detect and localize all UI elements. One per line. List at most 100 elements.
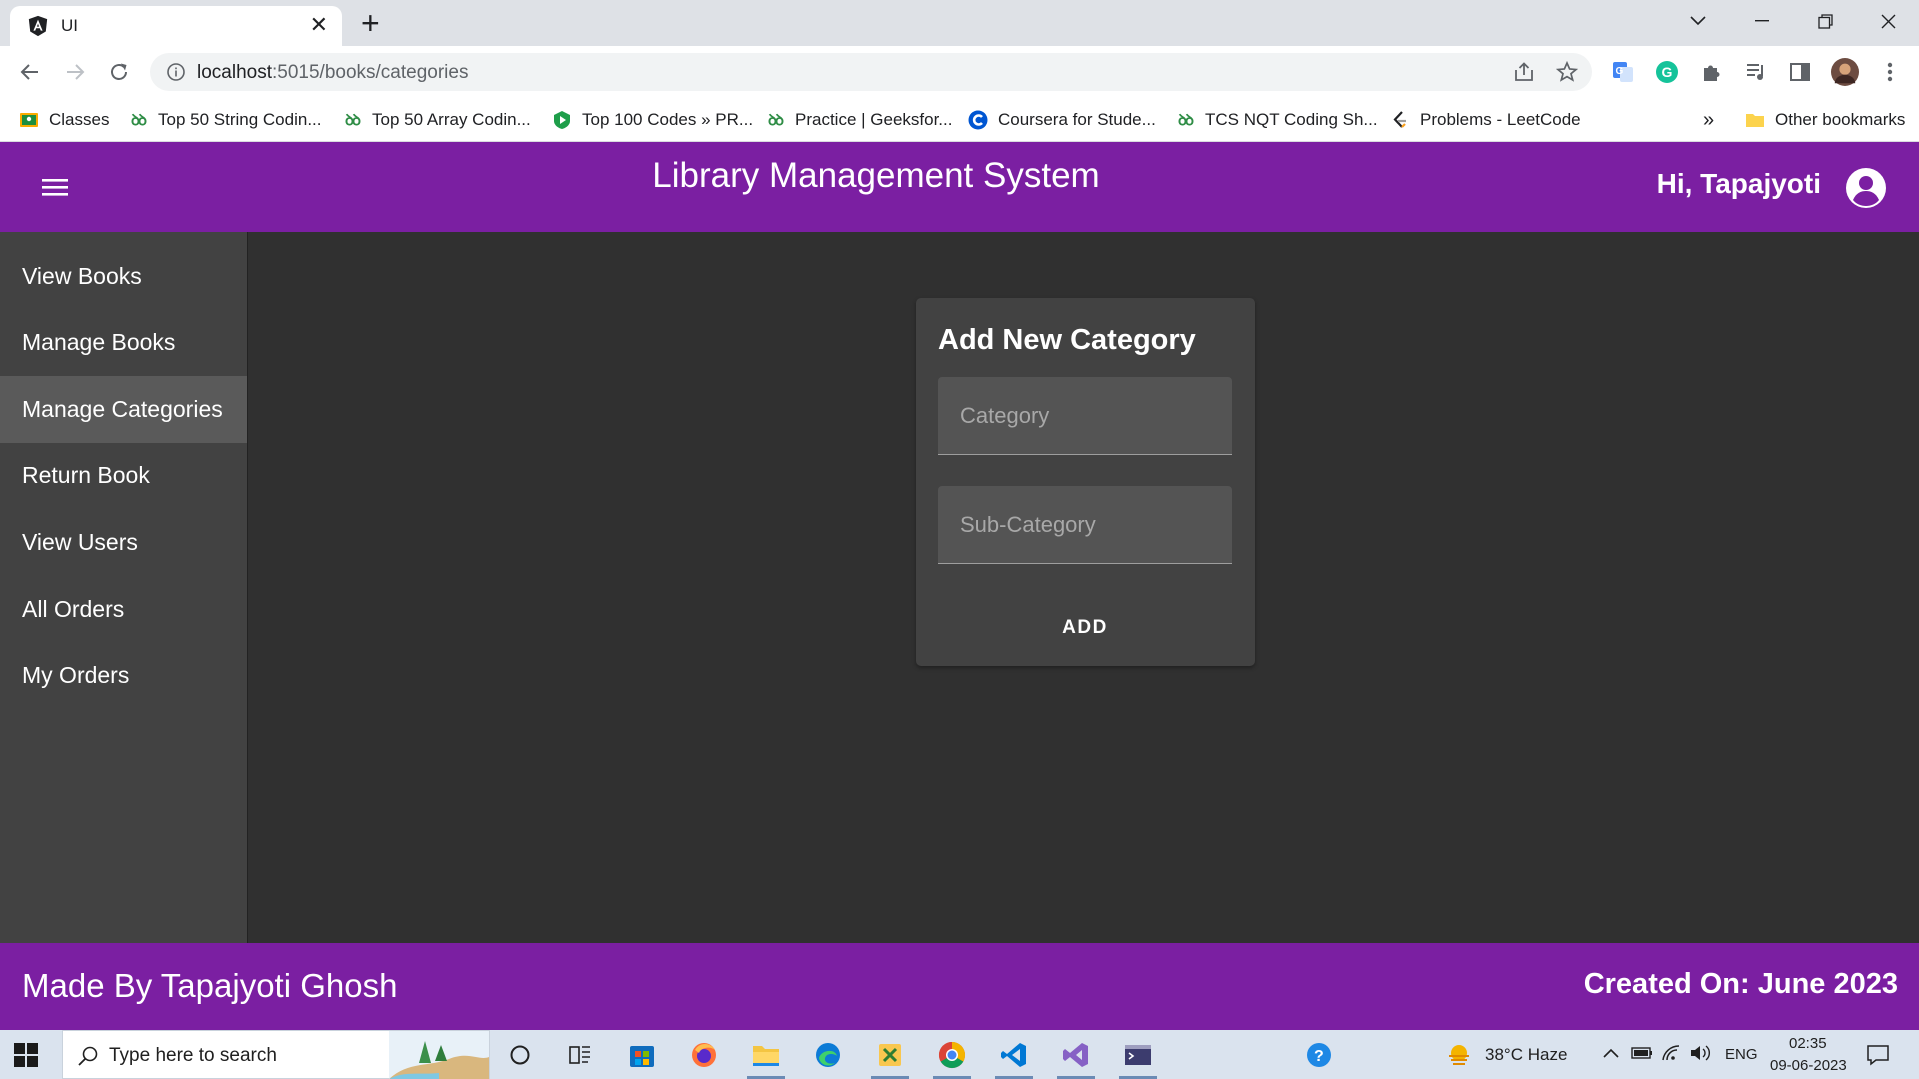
browser-toolbar: localhost:5015/books/categories G G: [0, 46, 1919, 98]
classroom-icon: [19, 110, 39, 130]
terminal-icon[interactable]: [1109, 1030, 1167, 1079]
edge-icon[interactable]: [799, 1030, 857, 1079]
svg-text:?: ?: [1314, 1048, 1324, 1065]
sidebar-item-view-books[interactable]: View Books: [0, 243, 247, 310]
bookmark-label: Problems - LeetCode: [1420, 110, 1581, 129]
bookmarks-bar: Classes ꝺꝺ Top 50 String Codin... ꝺꝺ Top…: [0, 98, 1919, 142]
bookmark-label: Top 50 Array Codin...: [372, 110, 531, 129]
bookmark-label: TCS NQT Coding Sh...: [1205, 110, 1378, 129]
footer-author: Made By Tapajyoti Ghosh: [22, 967, 398, 1004]
url-text: localhost:5015/books/categories: [197, 62, 468, 84]
bookmark-label: Other bookmarks: [1775, 110, 1906, 129]
chrome-menu-icon[interactable]: [1876, 58, 1904, 86]
google-translate-icon[interactable]: G: [1609, 58, 1637, 86]
card-title: Add New Category: [938, 324, 1196, 356]
notifications-icon[interactable]: [1866, 1044, 1890, 1066]
file-explorer-icon[interactable]: [737, 1030, 795, 1079]
other-bookmarks[interactable]: Other bookmarks: [1745, 108, 1905, 132]
language-indicator[interactable]: ENG: [1725, 1046, 1758, 1063]
sidebar-item-view-users[interactable]: View Users: [0, 509, 247, 576]
clock-time[interactable]: 02:35: [1789, 1035, 1827, 1052]
windows-taskbar: Type here to search ? 38°C Haze ENG 02:3…: [0, 1030, 1919, 1079]
bookmark-top-100-codes[interactable]: Top 100 Codes » PR...: [552, 108, 753, 132]
taskbar-search-box[interactable]: Type here to search: [62, 1030, 490, 1079]
taskbar-search-placeholder: Type here to search: [109, 1045, 277, 1066]
subcategory-input[interactable]: [938, 486, 1232, 563]
app-launcher-icon[interactable]: [861, 1030, 919, 1079]
task-view-icon[interactable]: [551, 1030, 609, 1079]
shield-icon: [552, 110, 572, 130]
app-header: Library Management System Hi, Tapajyoti: [0, 142, 1919, 232]
profile-avatar[interactable]: [1831, 58, 1859, 86]
bookmark-star-icon[interactable]: [1555, 60, 1579, 84]
tab-search-icon[interactable]: [1676, 5, 1720, 37]
help-icon[interactable]: ?: [1290, 1030, 1348, 1079]
weather-haze-icon[interactable]: [1446, 1042, 1472, 1068]
vscode-icon[interactable]: [985, 1030, 1043, 1079]
bookmark-label: Practice | Geeksfor...: [795, 110, 953, 129]
clock-date[interactable]: 09-06-2023: [1770, 1057, 1847, 1074]
visual-studio-icon[interactable]: [1047, 1030, 1105, 1079]
wifi-icon[interactable]: [1661, 1044, 1681, 1062]
side-panel-icon[interactable]: [1786, 58, 1814, 86]
windows-start-icon[interactable]: [14, 1043, 38, 1067]
bookmark-tcs-nqt[interactable]: ꝺꝺ TCS NQT Coding Sh...: [1175, 108, 1378, 132]
share-icon[interactable]: [1512, 60, 1536, 84]
battery-icon[interactable]: [1631, 1046, 1653, 1060]
app-title: Library Management System: [652, 156, 1100, 195]
leetcode-icon: [1390, 110, 1410, 130]
media-control-icon[interactable]: [1742, 58, 1770, 86]
category-input[interactable]: [938, 377, 1232, 454]
bookmark-label: Classes: [49, 110, 110, 129]
bookmark-label: Top 100 Codes » PR...: [582, 110, 754, 129]
grammarly-icon[interactable]: G: [1653, 58, 1681, 86]
volume-icon[interactable]: [1689, 1044, 1711, 1062]
geeksforgeeks-icon: ꝺꝺ: [1178, 112, 1194, 129]
subcategory-field[interactable]: [938, 486, 1232, 564]
sidebar-item-my-orders[interactable]: My Orders: [0, 642, 247, 709]
sidebar-item-manage-categories[interactable]: Manage Categories: [0, 376, 247, 443]
extensions-icon[interactable]: [1698, 58, 1726, 86]
firefox-icon[interactable]: [675, 1030, 733, 1079]
sidebar-item-return-book[interactable]: Return Book: [0, 442, 247, 509]
bookmark-string-codes[interactable]: ꝺꝺ Top 50 String Codin...: [128, 108, 321, 132]
microsoft-store-icon[interactable]: [613, 1030, 671, 1079]
add-button[interactable]: ADD: [938, 608, 1232, 648]
reload-icon[interactable]: [104, 57, 134, 87]
bookmark-practice-gfg[interactable]: ꝺꝺ Practice | Geeksfor...: [765, 108, 952, 132]
bookmark-coursera[interactable]: Coursera for Stude...: [968, 108, 1156, 132]
tab-close-icon[interactable]: ✕: [310, 14, 328, 36]
sidebar-item-all-orders[interactable]: All Orders: [0, 576, 247, 643]
weather-text[interactable]: 38°C Haze: [1485, 1045, 1567, 1065]
chrome-icon[interactable]: [923, 1030, 981, 1079]
tab-title: UI: [61, 16, 78, 35]
category-field[interactable]: [938, 377, 1232, 455]
bookmark-array-codes[interactable]: ꝺꝺ Top 50 Array Codin...: [342, 108, 531, 132]
restore-icon[interactable]: [1803, 5, 1847, 37]
close-window-icon[interactable]: [1866, 5, 1910, 37]
bookmark-label: Coursera for Stude...: [998, 110, 1156, 129]
new-tab-button[interactable]: +: [361, 7, 380, 39]
coursera-icon: [968, 110, 988, 130]
add-category-card: Add New Category ADD: [916, 298, 1255, 666]
address-bar[interactable]: localhost:5015/books/categories: [150, 53, 1592, 91]
minimize-icon[interactable]: [1740, 5, 1784, 37]
cortana-icon[interactable]: [491, 1030, 549, 1079]
back-icon[interactable]: [15, 57, 45, 87]
svg-text:G: G: [1616, 66, 1624, 77]
url-path: :5015/books/categories: [272, 62, 469, 83]
browser-tab[interactable]: UI ✕: [10, 6, 342, 46]
forward-icon[interactable]: [60, 57, 90, 87]
chevron-up-icon[interactable]: [1603, 1047, 1619, 1059]
account-circle-icon[interactable]: [1845, 167, 1887, 209]
user-greeting: Hi, Tapajyoti: [1656, 168, 1821, 199]
site-info-icon[interactable]: [166, 62, 186, 82]
geeksforgeeks-icon: ꝺꝺ: [131, 112, 147, 129]
search-highlight-icon: [389, 1031, 489, 1079]
svg-text:G: G: [1662, 64, 1673, 80]
bookmark-classes[interactable]: Classes: [19, 108, 109, 132]
bookmark-leetcode[interactable]: Problems - LeetCode: [1390, 108, 1581, 132]
sidebar-item-manage-books[interactable]: Manage Books: [0, 309, 247, 376]
bookmarks-overflow-button[interactable]: »: [1703, 108, 1714, 132]
search-icon: [78, 1046, 98, 1066]
